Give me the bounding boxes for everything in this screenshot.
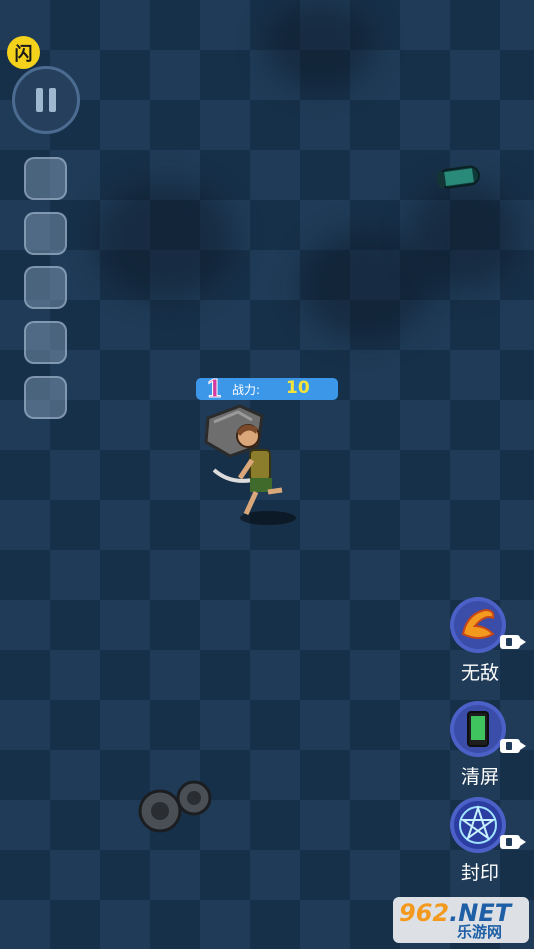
skill-slot[interactable]: [24, 266, 67, 309]
pause-icon: [36, 88, 43, 112]
invincible-button[interactable]: [449, 596, 507, 654]
video-ad-icon: [500, 739, 526, 753]
skill-slot[interactable]: [24, 212, 67, 255]
skill-slot[interactable]: [24, 321, 67, 364]
seal-label: 封印: [460, 862, 499, 884]
power-label: 战力:: [232, 383, 261, 397]
shadow-smudge: [265, 0, 375, 90]
video-ad-icon: [500, 835, 526, 849]
player-character: [204, 404, 296, 525]
shadow-smudge: [95, 180, 235, 300]
clear-screen-button[interactable]: [449, 700, 507, 758]
skill-slot[interactable]: [24, 376, 67, 419]
clear-screen-label: 清屏: [460, 766, 499, 788]
pause-button[interactable]: [12, 66, 80, 134]
flash-badge[interactable]: 闪: [7, 36, 40, 69]
invincible-label: 无敌: [460, 662, 499, 684]
bomb-enemies: [138, 780, 212, 833]
canister-item[interactable]: [435, 162, 485, 192]
shadow-smudge: [410, 180, 520, 290]
player-hud: 1 战力: 10: [196, 374, 338, 404]
site-watermark: 962.NET 乐游网: [393, 897, 529, 943]
watermark-text: 乐游网: [457, 923, 503, 941]
power-value: 10: [286, 378, 310, 398]
video-ad-icon: [500, 635, 526, 649]
seal-button[interactable]: [449, 796, 507, 854]
skill-slot[interactable]: [24, 157, 67, 200]
